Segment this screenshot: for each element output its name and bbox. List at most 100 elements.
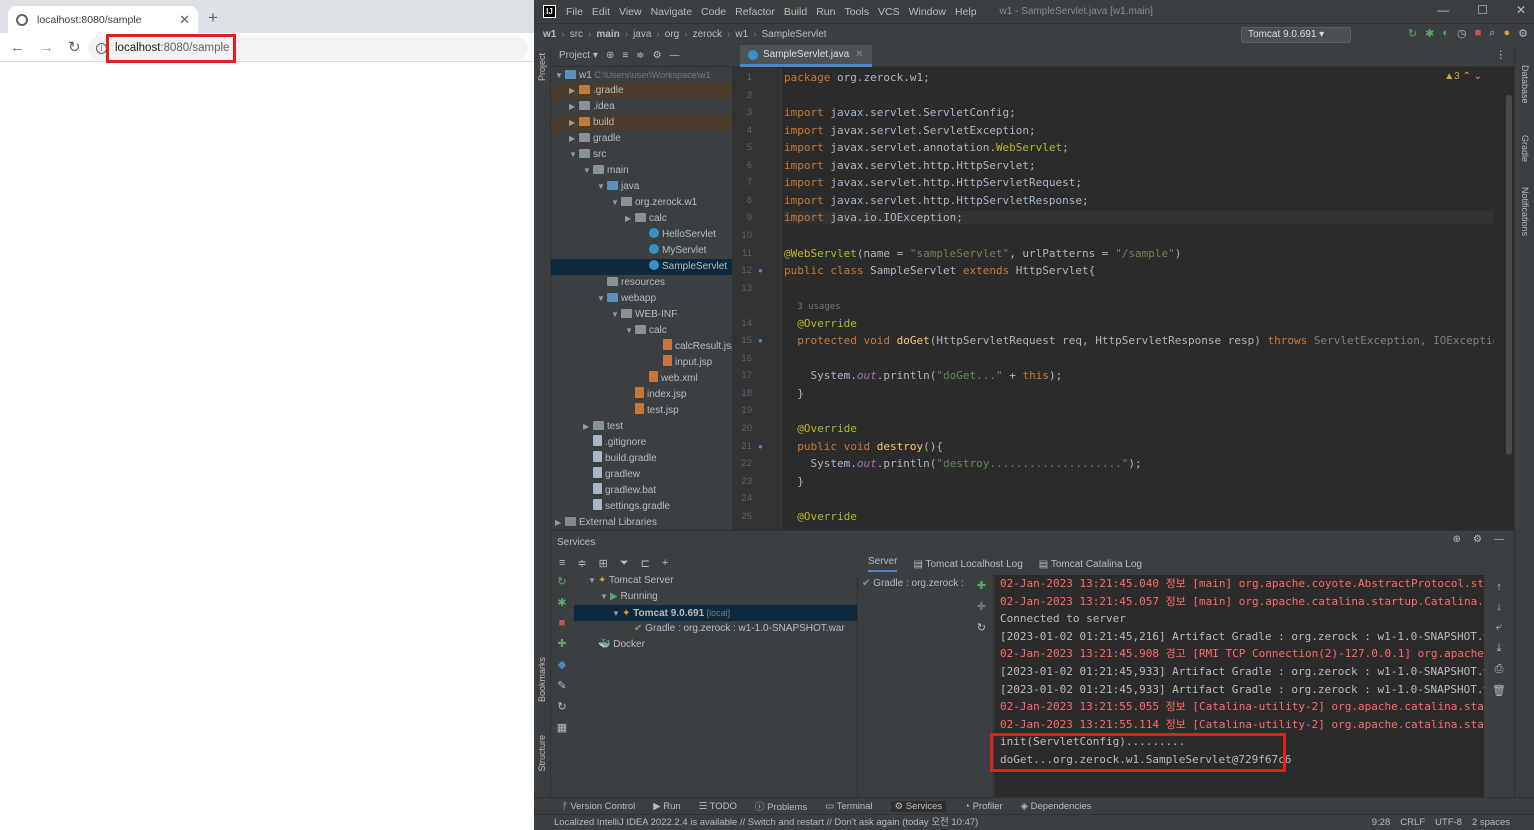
tree-item[interactable]: input.jsp	[551, 355, 732, 371]
code-line[interactable]: import javax.servlet.annotation.WebServl…	[784, 141, 1069, 154]
status-widget[interactable]: UTF-8	[1435, 815, 1462, 830]
code-line[interactable]: }	[784, 475, 804, 488]
reload-icon[interactable]: ↻	[68, 38, 81, 56]
refresh-icon[interactable]: ↻	[557, 700, 566, 713]
tree-item[interactable]: resources	[551, 275, 732, 291]
menu-navigate[interactable]: Navigate	[651, 6, 692, 18]
status-message[interactable]: Localized IntelliJ IDEA 2022.2.4 is avai…	[554, 817, 978, 828]
deployment-item[interactable]: ✔ Gradle : org.zerock :	[858, 575, 992, 592]
deploy-icon[interactable]: ✚	[557, 637, 566, 650]
clear-icon[interactable]: 🗑	[1492, 684, 1506, 697]
service-item[interactable]: ▼ ▶ Running	[574, 589, 857, 605]
menu-view[interactable]: View	[619, 6, 642, 18]
tree-item[interactable]: ▼ main	[551, 163, 732, 179]
settings-icon[interactable]: ⚙	[1518, 27, 1528, 40]
breadcrumb-item[interactable]: zerock	[693, 29, 722, 40]
tool-problems[interactable]: ⓘ Problems	[755, 799, 807, 813]
menu-edit[interactable]: Edit	[592, 6, 610, 18]
tool-todo[interactable]: ☰ TODO	[699, 801, 737, 812]
code-line[interactable]: import javax.servlet.http.HttpServletReq…	[784, 176, 1082, 189]
tree-item[interactable]: MyServlet	[551, 243, 732, 259]
code-line[interactable]: @Override	[784, 317, 857, 330]
menu-file[interactable]: File	[566, 6, 583, 18]
expand-all-icon[interactable]: ≡	[559, 557, 565, 569]
soft-wrap-icon[interactable]: ⤶	[1496, 621, 1502, 634]
menu-build[interactable]: Build	[784, 6, 807, 18]
project-view-select[interactable]: Project ▾	[559, 50, 598, 61]
code-line[interactable]: package org.zerock.w1;	[784, 71, 930, 84]
services-tab[interactable]: ▤ Tomcat Catalina Log	[1039, 559, 1142, 570]
service-item[interactable]: ▼ ✦ Tomcat 9.0.691 [local]	[574, 605, 857, 621]
tree-item[interactable]: HelloServlet	[551, 227, 732, 243]
services-tab[interactable]: Server	[868, 556, 898, 572]
tree-item[interactable]: ▼ src	[551, 147, 732, 163]
tree-item[interactable]: gradlew	[551, 467, 732, 483]
forward-icon[interactable]: →	[39, 39, 54, 56]
profile-icon[interactable]: ◷	[1457, 27, 1467, 40]
status-widget[interactable]: 2 spaces	[1472, 815, 1510, 830]
more-options-icon[interactable]: ⋮	[1496, 49, 1507, 61]
code-line[interactable]: 3 usages	[784, 299, 840, 312]
gradle-tool-label[interactable]: Gradle	[1520, 135, 1530, 162]
bookmarks-tool-label[interactable]: Bookmarks	[537, 657, 547, 702]
gear-icon[interactable]: ⚙	[653, 50, 662, 61]
service-item[interactable]: 🐳 Docker	[574, 637, 857, 653]
tool-profiler[interactable]: ◔ Profiler	[964, 801, 1002, 812]
menu-help[interactable]: Help	[955, 6, 977, 18]
code-line[interactable]: @Override	[784, 422, 857, 435]
services-options-icon[interactable]: ⊕	[1453, 534, 1461, 545]
rerun-icon[interactable]: ↻	[1408, 27, 1417, 40]
breadcrumb-item[interactable]: SampleServlet	[762, 29, 827, 40]
code-line[interactable]: public void destroy(){	[784, 440, 943, 453]
menu-tools[interactable]: Tools	[844, 6, 869, 18]
tree-item[interactable]: ▼ w1 C:\Users\user\Workspace\w1	[551, 67, 732, 83]
tree-item[interactable]: ▶ gradle	[551, 131, 732, 147]
close-tab-icon[interactable]: ✕	[179, 12, 190, 28]
tree-item[interactable]: ▶ .idea	[551, 99, 732, 115]
tool-run[interactable]: ▶ Run	[653, 801, 680, 812]
code-line[interactable]: @Override	[784, 510, 857, 523]
group-icon[interactable]: ⊞	[599, 557, 608, 570]
layout-icon[interactable]: ▦	[557, 721, 567, 734]
tree-item[interactable]: web.xml	[551, 371, 732, 387]
debug-icon[interactable]: ✱	[1425, 27, 1434, 40]
menu-refactor[interactable]: Refactor	[735, 6, 775, 18]
code-line[interactable]: }	[784, 387, 804, 400]
tree-item[interactable]: ▶ calc	[551, 211, 732, 227]
collapse-all-icon[interactable]: ≑	[636, 50, 644, 61]
override-icon[interactable]: ●	[758, 442, 763, 451]
new-tab-button[interactable]: +	[208, 8, 218, 28]
tree-item[interactable]: ▼ WEB-INF	[551, 307, 732, 323]
structure-tool-label[interactable]: Structure	[537, 735, 547, 772]
services-gear-icon[interactable]: ⚙	[1473, 534, 1482, 545]
refresh-icon[interactable]: ↻	[977, 621, 986, 634]
code-line[interactable]: protected void doGet(HttpServletRequest …	[784, 334, 1494, 347]
tree-item[interactable]: ▼ calc	[551, 323, 732, 339]
database-tool-label[interactable]: Database	[1520, 65, 1530, 104]
breadcrumb-item[interactable]: src	[570, 29, 583, 40]
code-line[interactable]: import javax.servlet.http.HttpServlet;	[784, 159, 1036, 172]
code-line[interactable]: @WebServlet(name = "sampleServlet", urlP…	[784, 247, 1181, 260]
expand-all-icon[interactable]: ≡	[622, 50, 628, 61]
browser-tab[interactable]: localhost:8080/sample ✕	[8, 6, 198, 33]
tree-item[interactable]: build.gradle	[551, 451, 732, 467]
tree-item[interactable]: ▶ .gradle	[551, 83, 732, 99]
undeploy-icon[interactable]: ✚	[977, 600, 986, 613]
editor-tab-sampleservlet[interactable]: SampleServlet.java ✕	[740, 45, 872, 67]
status-widget[interactable]: CRLF	[1400, 815, 1425, 830]
code-line[interactable]: System.out.println("doGet..." + this);	[784, 369, 1062, 382]
deploy-all-icon[interactable]: ◆	[558, 658, 566, 671]
tree-item[interactable]: ▶ External Libraries	[551, 515, 732, 530]
tree-item[interactable]: .gitignore	[551, 435, 732, 451]
tree-item[interactable]: index.jsp	[551, 387, 732, 403]
print-icon[interactable]: ⎙	[1495, 663, 1504, 676]
tree-item[interactable]: ▼ webapp	[551, 291, 732, 307]
filter-icon[interactable]: ⏷	[620, 557, 629, 570]
scroll-up-icon[interactable]: ↑	[1496, 581, 1502, 593]
deploy-icon[interactable]: ✚	[977, 579, 986, 592]
scroll-to-end-icon[interactable]: ⤓	[1497, 642, 1502, 655]
tool-services[interactable]: ⚙ Services	[890, 800, 947, 812]
collapse-all-icon[interactable]: ≑	[577, 557, 586, 570]
new-tab-icon[interactable]: ⊏	[641, 557, 650, 570]
search-icon[interactable]: ⌕	[1489, 27, 1495, 40]
